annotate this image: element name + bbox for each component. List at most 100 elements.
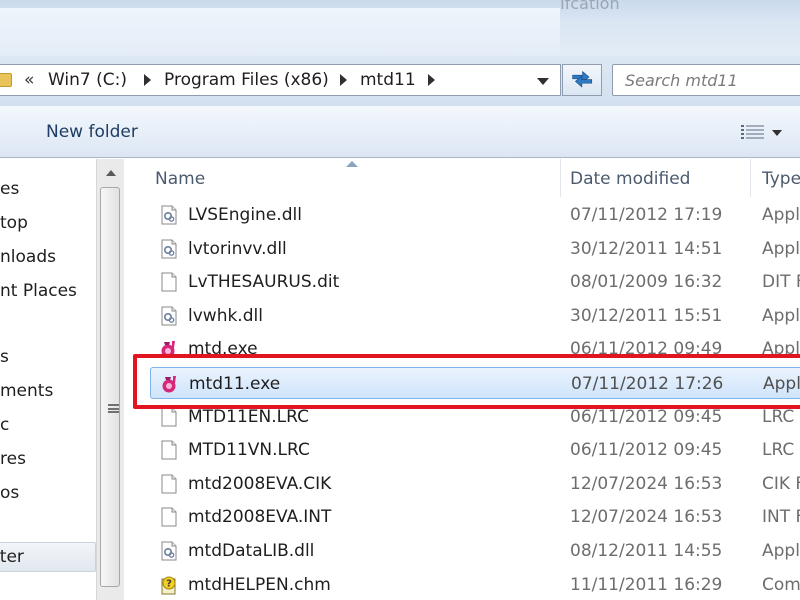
- column-divider[interactable]: [750, 159, 751, 197]
- nav-item-desktop[interactable]: top: [0, 213, 28, 233]
- file-date-modified: 07/11/2012 17:19: [570, 205, 723, 225]
- navigation-pane: es top nloads nt Places s ments c res os…: [0, 159, 126, 600]
- dll-icon: [160, 541, 178, 561]
- file-date-modified: 12/07/2024 16:53: [570, 507, 723, 528]
- file-type: Appl: [762, 339, 800, 360]
- sort-ascending-icon: [346, 161, 358, 167]
- file-name: MTD11EN.LRC: [188, 406, 309, 427]
- grip-icon: [108, 404, 119, 413]
- file-name: mtd11.exe: [189, 374, 281, 394]
- column-divider[interactable]: [560, 159, 561, 197]
- file-row-selected[interactable]: mtd11.exe 07/11/2012 17:26 Appl: [150, 367, 800, 399]
- file-row[interactable]: mtd.exe 06/11/2012 09:49 Appl: [150, 333, 800, 365]
- file-row[interactable]: lvtorinvv.dll 30/12/2011 14:51 Appl: [150, 233, 800, 265]
- file-type: INT F: [762, 507, 800, 528]
- file-date-modified: 12/07/2024 16:53: [570, 473, 723, 494]
- nav-item-pictures[interactable]: res: [0, 449, 26, 469]
- column-type[interactable]: Type: [762, 169, 800, 189]
- address-history-dropdown-icon[interactable]: [537, 78, 549, 85]
- file-name: mtd.exe: [188, 339, 258, 360]
- file-type: LRC: [762, 440, 795, 461]
- file-row[interactable]: mtdDataLIB.dll 08/12/2011 14:55 Appl: [150, 535, 800, 567]
- refresh-button[interactable]: [562, 64, 602, 96]
- column-date-modified[interactable]: Date modified: [570, 169, 690, 189]
- nav-scrollbar[interactable]: [96, 159, 124, 600]
- blank-file-icon: [160, 474, 178, 494]
- scroll-up-icon[interactable]: [106, 170, 116, 176]
- chevron-right-icon[interactable]: [340, 74, 347, 86]
- file-date-modified: 08/01/2009 16:32: [570, 272, 723, 293]
- breadcrumb-drive[interactable]: Win7 (C:): [48, 70, 127, 90]
- nav-item-recent-places[interactable]: nt Places: [0, 281, 77, 301]
- file-row[interactable]: MTD11EN.LRC 06/11/2012 09:45 LRC: [150, 401, 800, 433]
- file-type: Appl: [762, 205, 800, 225]
- blank-file-icon: [160, 407, 178, 427]
- nav-item-downloads[interactable]: nloads: [0, 247, 56, 267]
- file-row[interactable]: LvTHESAURUS.dit 08/01/2009 16:32 DIT F: [150, 266, 800, 298]
- title-bar-glass: [0, 8, 560, 56]
- file-date-modified: 07/11/2012 17:26: [571, 374, 724, 394]
- file-row[interactable]: mtd2008EVA.CIK 12/07/2024 16:53 CIK F: [150, 468, 800, 500]
- file-name: mtdDataLIB.dll: [188, 541, 315, 561]
- blank-file-icon: [160, 272, 178, 292]
- dll-icon: [160, 205, 178, 225]
- search-input[interactable]: [625, 69, 795, 91]
- file-date-modified: 06/11/2012 09:49: [570, 339, 723, 360]
- scroll-thumb[interactable]: [100, 187, 120, 587]
- nav-item-documents[interactable]: ments: [0, 381, 53, 401]
- column-name[interactable]: Name: [155, 169, 205, 189]
- file-name: MTD11VN.LRC: [188, 440, 310, 461]
- nav-item-libraries[interactable]: s: [0, 347, 9, 367]
- command-toolbar: New folder: [0, 106, 800, 158]
- file-type: CIK F: [762, 473, 800, 494]
- file-row[interactable]: ? mtdHELPEN.chm 11/11/2011 16:29 Com: [150, 569, 800, 600]
- file-row[interactable]: lvwhk.dll 30/12/2011 15:51 Appl: [150, 300, 800, 332]
- file-type: Appl: [763, 374, 800, 394]
- file-row[interactable]: mtd2008EVA.INT 12/07/2024 16:53 INT F: [150, 501, 800, 533]
- window-title-bar: Ifcation: [0, 0, 800, 56]
- nav-item-favorites[interactable]: es: [0, 179, 19, 199]
- file-row[interactable]: MTD11VN.LRC 06/11/2012 09:45 LRC: [150, 434, 800, 466]
- blank-file-icon: [160, 440, 178, 460]
- address-bar[interactable]: « Win7 (C:) Program Files (x86) mtd11: [0, 64, 561, 96]
- search-box[interactable]: [612, 64, 800, 96]
- file-date-modified: 11/11/2011 16:29: [570, 574, 723, 595]
- refresh-icon: [572, 70, 593, 88]
- file-type: DIT F: [762, 272, 800, 293]
- nav-item-music[interactable]: c: [0, 415, 9, 435]
- file-type: LRC: [762, 406, 795, 427]
- nav-item-videos[interactable]: os: [0, 483, 19, 503]
- file-type: Appl: [762, 541, 800, 561]
- file-name: mtd2008EVA.INT: [188, 507, 332, 528]
- address-row: « Win7 (C:) Program Files (x86) mtd11: [0, 56, 800, 106]
- file-name: mtd2008EVA.CIK: [188, 473, 332, 494]
- file-name: LvTHESAURUS.dit: [188, 272, 340, 293]
- file-type: Appl: [762, 238, 800, 259]
- folder-icon: [0, 73, 12, 87]
- file-type: Com: [762, 574, 800, 595]
- new-folder-button[interactable]: New folder: [46, 122, 138, 142]
- view-dropdown-icon[interactable]: [772, 130, 782, 136]
- file-date-modified: 30/12/2011 14:51: [570, 238, 723, 259]
- file-name: mtdHELPEN.chm: [188, 574, 331, 595]
- file-date-modified: 08/12/2011 14:55: [570, 541, 723, 561]
- dll-icon: [160, 306, 178, 326]
- chevron-right-icon[interactable]: [428, 74, 435, 86]
- blank-file-icon: [160, 507, 178, 527]
- view-options-icon[interactable]: [740, 124, 766, 140]
- file-name: lvtorinvv.dll: [188, 238, 287, 259]
- breadcrumb-program-files[interactable]: Program Files (x86): [164, 70, 329, 90]
- file-name: lvwhk.dll: [188, 305, 263, 326]
- file-type: Appl: [762, 305, 800, 326]
- file-date-modified: 30/12/2011 15:51: [570, 305, 723, 326]
- app-exe-icon: [160, 339, 178, 359]
- file-date-modified: 06/11/2012 09:45: [570, 406, 723, 427]
- file-date-modified: 06/11/2012 09:45: [570, 440, 723, 461]
- dll-icon: [160, 239, 178, 259]
- file-row[interactable]: LVSEngine.dll 07/11/2012 17:19 Appl: [150, 199, 800, 231]
- breadcrumb-mtd11[interactable]: mtd11: [360, 70, 416, 90]
- column-header: Name Date modified Type: [126, 159, 800, 197]
- nav-item-computer[interactable]: nter: [0, 542, 96, 572]
- chevron-right-icon[interactable]: [144, 74, 151, 86]
- overflow-chevron[interactable]: «: [24, 70, 34, 90]
